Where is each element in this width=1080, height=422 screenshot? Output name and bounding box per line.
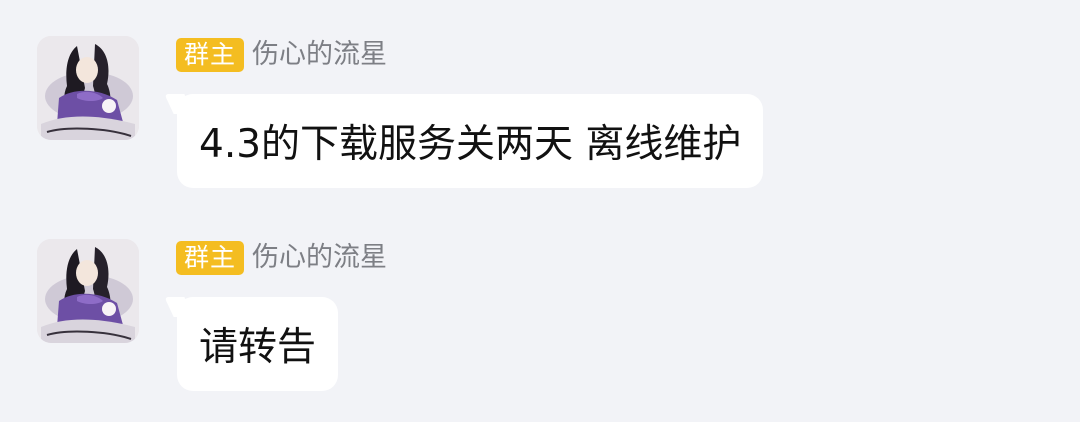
avatar-image xyxy=(37,239,139,343)
message-text: 请转告 xyxy=(199,325,317,370)
message-bubble[interactable]: 请转告 xyxy=(177,297,339,391)
avatar-image xyxy=(37,36,139,140)
sender-name[interactable]: 伤心的流星 xyxy=(252,38,387,72)
message-meta: 群主 伤心的流星 xyxy=(176,38,387,72)
message-bubble[interactable]: 4.3的下载服务关两天 离线维护 xyxy=(177,94,764,188)
group-owner-badge: 群主 xyxy=(176,38,245,72)
message-text: 4.3的下载服务关两天 离线维护 xyxy=(199,122,742,167)
avatar[interactable] xyxy=(37,36,139,140)
message-meta: 群主 伤心的流星 xyxy=(176,241,387,275)
sender-name[interactable]: 伤心的流星 xyxy=(252,241,387,275)
group-owner-badge: 群主 xyxy=(176,241,245,275)
avatar[interactable] xyxy=(37,239,139,343)
